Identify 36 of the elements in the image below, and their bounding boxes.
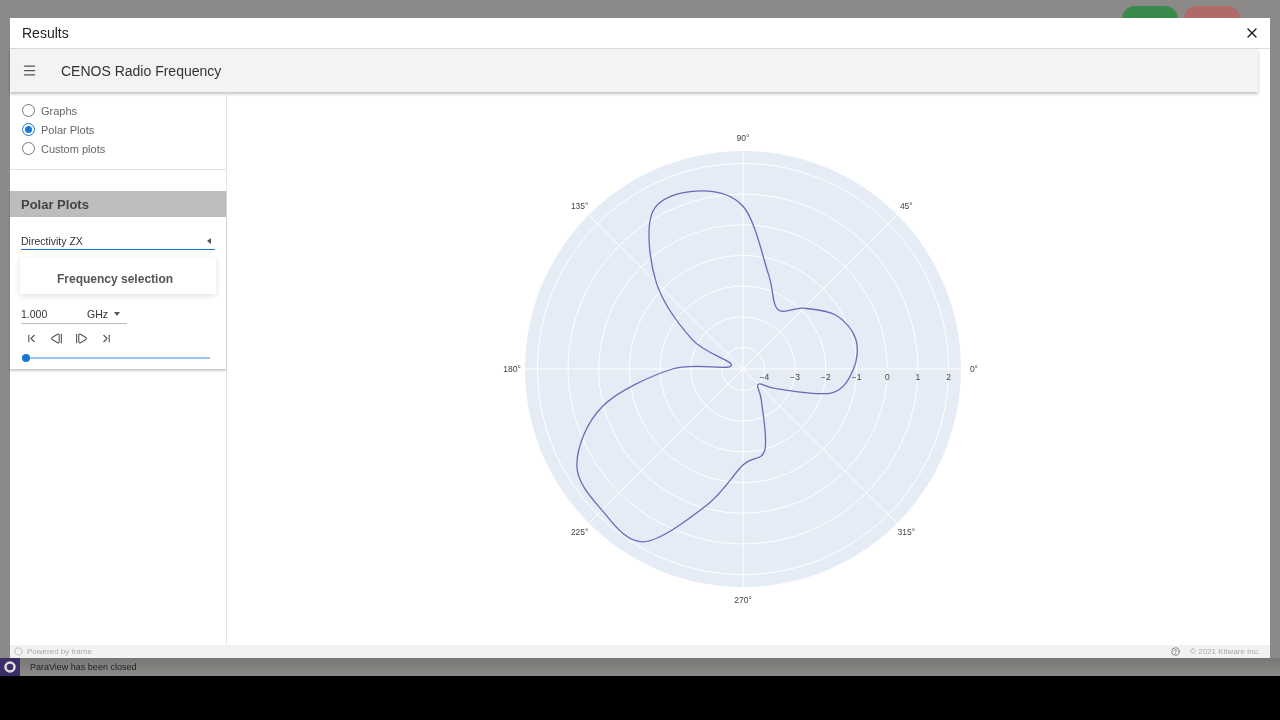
dialog-title: Results [22, 25, 69, 41]
plot-select[interactable]: Directivity ZX [21, 235, 215, 250]
radial-tick-label: −4 [759, 371, 769, 382]
app-logo [0, 658, 20, 676]
loading-icon [14, 647, 23, 656]
radial-tick-label: −3 [789, 371, 800, 382]
angle-label: 90° [736, 132, 749, 143]
radial-tick-label: −1 [851, 371, 861, 382]
menu-button[interactable] [22, 63, 37, 78]
angle-label: 135° [570, 200, 588, 211]
radial-tick-label: 1 [915, 371, 920, 382]
first-button[interactable] [25, 332, 38, 345]
last-button[interactable] [100, 332, 113, 345]
angle-label: 315° [897, 526, 915, 537]
angle-label: 0° [969, 363, 978, 374]
angle-label: 180° [502, 363, 521, 374]
radio-option[interactable]: Polar Plots [22, 123, 214, 136]
toolbar-title: CENOS Radio Frequency [61, 62, 222, 79]
frequency-field[interactable]: 1.000 GHz [21, 308, 127, 324]
angle-label: 225° [570, 526, 588, 537]
radial-tick-label: −2 [820, 371, 831, 382]
panel-title: Polar Plots [10, 191, 226, 217]
radial-tick-label: 0 [884, 371, 890, 382]
next-button[interactable] [75, 332, 88, 345]
unit-select[interactable]: GHz [87, 308, 120, 320]
powered-by-text: Powered by trame [27, 647, 92, 656]
previous-button[interactable] [50, 332, 63, 345]
radial-tick-label: 2 [945, 371, 951, 382]
radio-option[interactable]: Custom plots [22, 142, 214, 155]
radio-option[interactable]: Graphs [22, 104, 214, 117]
frequency-title: Frequency selection [56, 272, 175, 286]
help-icon[interactable] [1171, 647, 1181, 656]
angle-label: 45° [899, 200, 913, 211]
angle-label: 270° [733, 594, 752, 605]
slider-thumb[interactable] [22, 353, 30, 362]
status-message: ParaView has been closed [30, 662, 137, 672]
